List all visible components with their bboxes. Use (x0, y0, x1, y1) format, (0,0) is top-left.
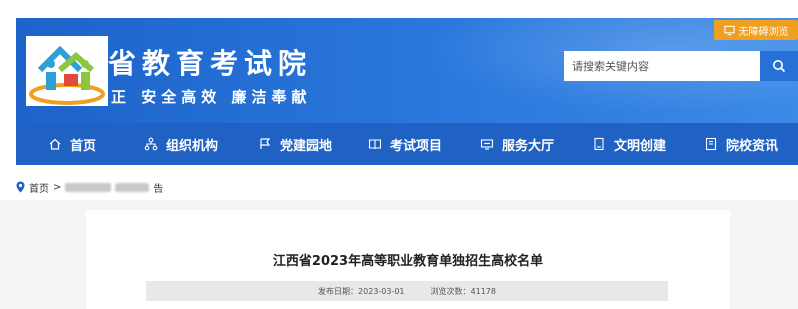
nav-item-label: 党建园地 (280, 138, 333, 154)
home-icon (49, 138, 61, 150)
nav-item-party[interactable]: 党建园地 (258, 123, 332, 165)
news-icon (705, 137, 717, 151)
main-nav: 首页 组织机构 党建园地 考试项目 服务大厅 文明创建 院校资讯 (16, 123, 798, 165)
nav-item-college-news[interactable]: 院校资讯 (704, 123, 778, 165)
org-chart-icon (144, 137, 158, 151)
breadcrumb: 首页 > 告 (16, 178, 163, 196)
nav-item-label: 考试项目 (390, 138, 443, 154)
publish-date: 发布日期：2023-03-01 (318, 286, 405, 297)
article-title: 江西省2023年高等职业教育单独招生高校名单 (272, 254, 544, 269)
nav-item-label: 文明创建 (614, 138, 667, 154)
site-title: 省教育考试院 (108, 47, 313, 80)
nav-item-label: 首页 (70, 138, 97, 154)
book-icon (368, 139, 382, 150)
nav-item-exams[interactable]: 考试项目 (368, 123, 442, 165)
service-icon (480, 139, 494, 150)
article-meta: 发布日期：2023-03-01 浏览次数：41178 (146, 281, 668, 301)
monitor-icon (723, 25, 735, 35)
nav-item-services[interactable]: 服务大厅 (480, 123, 554, 165)
site-slogan: 正 安全高效 廉洁奉献 (111, 88, 312, 106)
accessibility-button[interactable]: 无障碍浏览 (714, 20, 798, 40)
site-logo[interactable] (26, 36, 108, 106)
search-button[interactable] (760, 51, 798, 81)
publish-date-label: 发布日期： (318, 286, 359, 296)
breadcrumb-separator: > (53, 181, 62, 193)
view-count-label: 浏览次数： (430, 286, 471, 296)
publish-date-value: 2023-03-01 (358, 286, 405, 296)
search-input[interactable] (564, 51, 760, 81)
nav-item-label: 院校资讯 (726, 138, 779, 154)
breadcrumb-redacted-section (115, 182, 150, 192)
view-count-value: 41178 (470, 286, 496, 296)
accessibility-label: 无障碍浏览 (738, 26, 789, 38)
breadcrumb-redacted-section (65, 182, 112, 192)
nav-item-label: 服务大厅 (502, 138, 555, 154)
search-icon (773, 60, 786, 73)
nav-item-civilization[interactable]: 文明创建 (592, 123, 666, 165)
logo-icon (29, 45, 105, 105)
view-count: 浏览次数：41178 (431, 286, 496, 297)
flag-icon (260, 138, 271, 149)
breadcrumb-current: 告 (153, 183, 164, 195)
nav-item-label: 组织机构 (166, 138, 219, 154)
breadcrumb-home-link[interactable]: 首页 (29, 180, 49, 195)
nav-item-home[interactable]: 首页 (48, 123, 96, 165)
document-icon (594, 137, 604, 151)
location-pin-icon (16, 181, 25, 193)
nav-item-organization[interactable]: 组织机构 (144, 123, 218, 165)
